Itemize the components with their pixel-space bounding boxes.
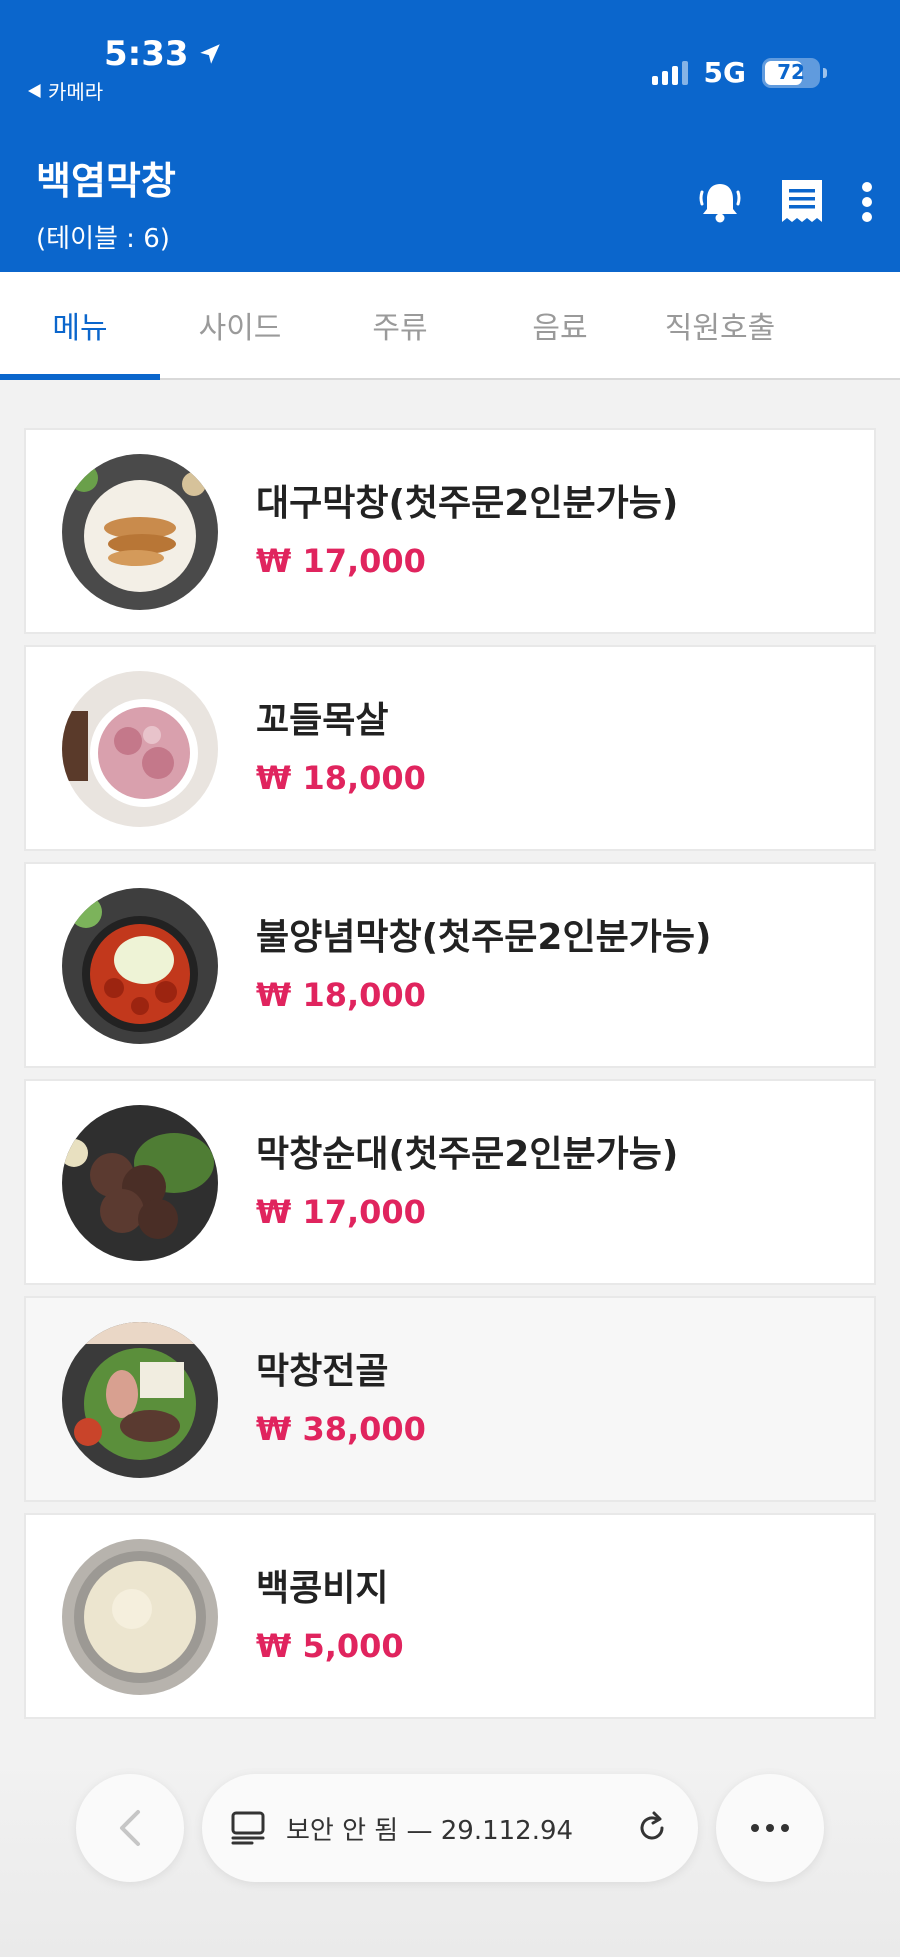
location-arrow-icon bbox=[199, 44, 220, 64]
store-title: 백염막창 bbox=[36, 159, 176, 203]
app-header: 5:33 카메라 5G 72 백염막창 (테이블 : 6) bbox=[0, 0, 900, 272]
menu-item-name: 불양념막창(첫주문2인분가능) bbox=[256, 917, 712, 958]
browser-back-button[interactable] bbox=[76, 1774, 184, 1882]
menu-item-photo bbox=[62, 1539, 218, 1695]
signal-icon bbox=[651, 60, 688, 85]
header-actions bbox=[696, 178, 874, 226]
tab-staff-call[interactable]: 직원호출 bbox=[640, 272, 800, 378]
menu-item-name: 대구막창(첫주문2인분가능) bbox=[256, 483, 679, 524]
menu-item-photo bbox=[62, 454, 218, 610]
menu-item-photo bbox=[62, 671, 218, 827]
status-indicators: 5G 72 bbox=[651, 56, 827, 89]
back-triangle-icon bbox=[28, 83, 41, 98]
category-tabs: 메뉴 사이드 주류 음료 직원호출 bbox=[0, 272, 900, 380]
menu-item-price: ₩ 18,000 bbox=[256, 759, 426, 797]
url-text: 보안 안 됨 — 29.112.94 bbox=[286, 1815, 574, 1846]
menu-item-name: 막창전골 bbox=[256, 1351, 389, 1392]
back-app-label: 카메라 bbox=[48, 80, 104, 104]
reload-icon[interactable] bbox=[634, 1810, 670, 1846]
chevron-left-icon bbox=[120, 1810, 140, 1846]
menu-item-name: 막창순대(첫주문2인분가능) bbox=[256, 1134, 679, 1175]
menu-item-price: ₩ 17,000 bbox=[256, 542, 426, 580]
menu-item-price: ₩ 17,000 bbox=[256, 1193, 426, 1231]
tab-liquor[interactable]: 주류 bbox=[320, 272, 480, 378]
menu-item[interactable]: 대구막창(첫주문2인분가능) ₩ 17,000 bbox=[24, 428, 876, 634]
more-horizontal-icon bbox=[751, 1824, 789, 1832]
menu-item-photo bbox=[62, 888, 218, 1044]
bell-icon[interactable] bbox=[696, 178, 744, 226]
menu-item-photo bbox=[62, 1105, 218, 1261]
back-to-camera-link[interactable]: 카메라 bbox=[28, 76, 103, 105]
menu-item-photo bbox=[62, 1322, 218, 1478]
menu-item[interactable]: 꼬들목살 ₩ 18,000 bbox=[24, 645, 876, 851]
menu-item-price: ₩ 18,000 bbox=[256, 976, 426, 1014]
battery-icon: 72 bbox=[762, 57, 827, 88]
menu-item-name: 백콩비지 bbox=[256, 1568, 389, 1609]
tab-drinks[interactable]: 음료 bbox=[480, 272, 640, 378]
menu-item[interactable]: 막창전골 ₩ 38,000 bbox=[24, 1296, 876, 1502]
status-time: 5:33 bbox=[104, 34, 223, 74]
receipt-icon[interactable] bbox=[780, 178, 824, 226]
table-number: (테이블 : 6) bbox=[36, 224, 170, 254]
menu-item-price: ₩ 38,000 bbox=[256, 1410, 426, 1448]
menu-item-price: ₩ 5,000 bbox=[256, 1627, 404, 1665]
menu-item[interactable]: 백콩비지 ₩ 5,000 bbox=[24, 1513, 876, 1719]
tab-menu[interactable]: 메뉴 bbox=[0, 272, 160, 380]
browser-address-bar[interactable]: 보안 안 됨 — 29.112.94 bbox=[202, 1774, 698, 1882]
battery-level-text: 72 bbox=[777, 59, 805, 84]
menu-item-name: 꼬들목살 bbox=[256, 700, 389, 741]
more-vertical-icon[interactable] bbox=[860, 181, 874, 223]
status-time-text: 5:33 bbox=[104, 34, 189, 74]
network-label: 5G bbox=[703, 56, 746, 89]
page-menu-icon[interactable] bbox=[230, 1810, 266, 1846]
menu-item[interactable]: 막창순대(첫주문2인분가능) ₩ 17,000 bbox=[24, 1079, 876, 1285]
menu-item[interactable]: 불양념막창(첫주문2인분가능) ₩ 18,000 bbox=[24, 862, 876, 1068]
menu-list: 대구막창(첫주문2인분가능) ₩ 17,000 꼬들목살 ₩ 18,000 불양… bbox=[24, 428, 876, 1730]
browser-more-button[interactable] bbox=[716, 1774, 824, 1882]
tab-side[interactable]: 사이드 bbox=[160, 272, 320, 378]
